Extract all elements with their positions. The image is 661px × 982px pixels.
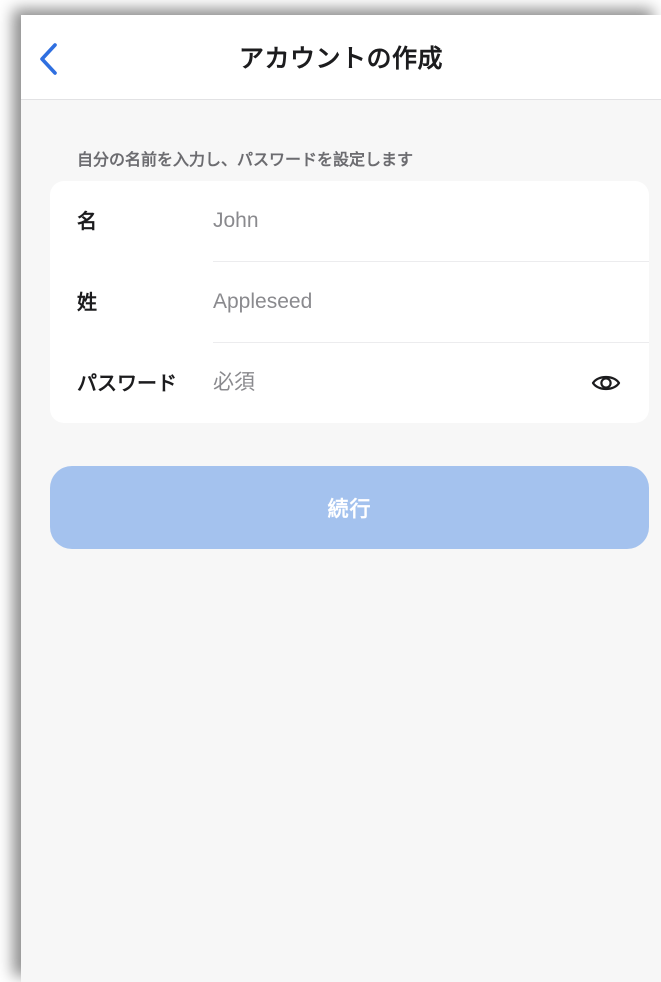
password-label: パスワード bbox=[77, 371, 177, 395]
last-name-input[interactable] bbox=[213, 280, 583, 324]
page-title: アカウントの作成 bbox=[238, 44, 443, 73]
form-caption: 自分の名前を入力し、パスワードを設定します bbox=[77, 150, 414, 169]
app-screen: アカウントの作成 自分の名前を入力し、パスワードを設定します 名 姓 パスワード bbox=[21, 15, 661, 982]
last-name-row: 姓 bbox=[50, 262, 649, 342]
first-name-label: 名 bbox=[77, 209, 97, 233]
first-name-input[interactable] bbox=[213, 199, 583, 243]
first-name-row: 名 bbox=[50, 181, 649, 261]
back-button[interactable] bbox=[31, 39, 67, 79]
eye-icon bbox=[591, 375, 621, 391]
navigation-bar: アカウントの作成 bbox=[21, 15, 661, 100]
device-frame: アカウントの作成 自分の名前を入力し、パスワードを設定します 名 姓 パスワード bbox=[0, 0, 661, 982]
chevron-left-icon bbox=[40, 43, 57, 75]
show-password-button[interactable] bbox=[588, 367, 624, 399]
continue-button[interactable]: 続行 bbox=[50, 466, 649, 549]
password-row: パスワード bbox=[50, 343, 649, 423]
password-input[interactable] bbox=[213, 361, 583, 405]
last-name-label: 姓 bbox=[77, 290, 97, 314]
account-form: 名 姓 パスワード bbox=[50, 181, 649, 423]
